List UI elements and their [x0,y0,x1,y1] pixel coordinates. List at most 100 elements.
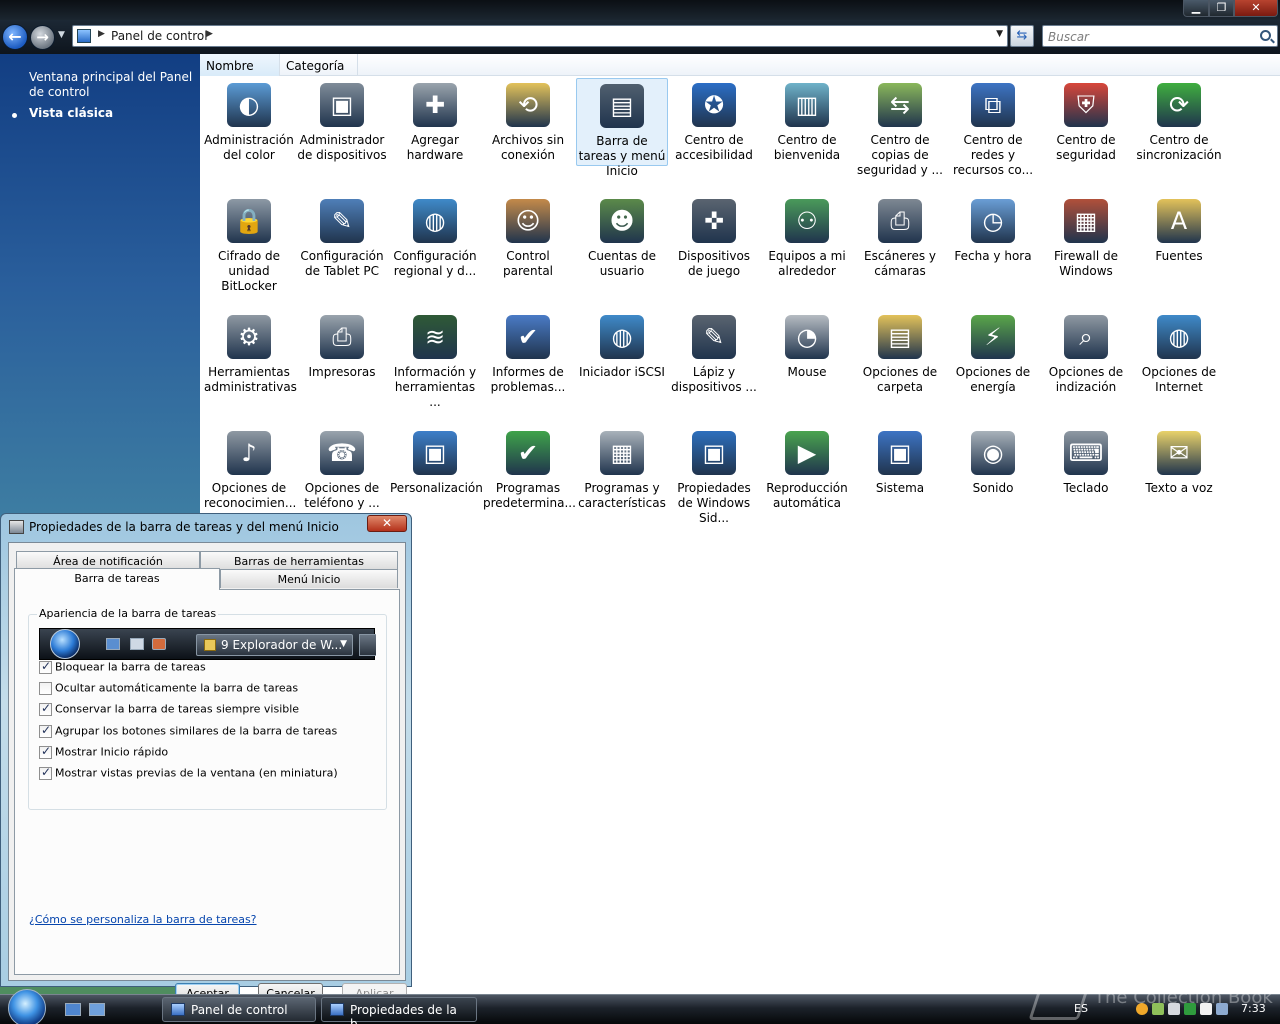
checkbox-option[interactable]: Ocultar automáticamente la barra de tare… [39,681,298,697]
search-icon[interactable] [1260,30,1271,41]
item-label: Sistema [875,481,925,495]
sound-icon: ◉ [971,431,1015,475]
start-button[interactable] [8,989,46,1024]
column-header-category[interactable]: Categoría [280,54,358,76]
checkbox[interactable] [39,701,52,716]
control-panel-item[interactable]: ◍ Iniciador iSCSI [576,310,668,398]
control-panel-home-link[interactable]: Ventana principal del Panel de control [29,70,195,100]
control-panel-item[interactable]: ⌕ Opciones de indización [1040,310,1132,398]
control-panel-item[interactable]: ⟲ Archivos sin conexión [482,78,574,166]
control-panel-item[interactable]: ⧉ Centro de redes y recursos co... [947,78,1039,177]
item-label: Opciones de Internet [1141,365,1217,394]
checkbox[interactable] [39,659,52,674]
recent-pages-dropdown-icon[interactable]: ▼ [58,30,65,40]
item-label: Centro de bienvenida [773,133,841,162]
control-panel-item[interactable]: ▦ Programas y características [576,426,668,514]
control-panel-item[interactable]: ◍ Configuración regional y d... [389,194,481,282]
control-panel-item[interactable]: ⚙ Herramientas administrativas [203,310,297,398]
control-panel-item[interactable]: ☺ Control parental [482,194,574,282]
column-header-name[interactable]: Nombre [200,54,280,76]
control-panel-item[interactable]: ⎙ Impresoras [296,310,388,398]
forward-button[interactable]: → [30,25,55,50]
checkbox-option[interactable]: Bloquear la barra de tareas [39,659,206,676]
back-button[interactable]: ← [2,24,28,50]
control-panel-item[interactable]: ♪ Opciones de reconocimien... [203,426,296,514]
control-panel-item[interactable]: ⚇ Equipos a mi alrededor [761,194,853,282]
sync-center-icon: ⟳ [1157,83,1201,127]
control-panel-item[interactable]: ✔ Programas predetermina... [482,426,576,514]
show-desktop-icon[interactable] [65,1003,81,1016]
control-panel-item[interactable]: ▦ Firewall de Windows [1040,194,1132,282]
dialog-title: Propiedades de la barra de tareas y del … [29,520,339,534]
control-panel-item[interactable]: ◷ Fecha y hora [947,194,1039,282]
item-label: Teclado [1063,481,1109,495]
text-to-speech-icon: ✉ [1157,431,1201,475]
control-panel-item[interactable]: ✉ Texto a voz [1133,426,1225,514]
control-panel-item[interactable]: ▣ Administrador de dispositivos [296,78,388,166]
control-panel-item[interactable]: ✪ Centro de accesibilidad [668,78,760,166]
minimize-button[interactable]: ▁ [1183,0,1209,17]
security-center-icon: ⛨ [1064,83,1108,127]
control-panel-item[interactable]: ◍ Opciones de Internet [1133,310,1225,398]
checkbox[interactable] [39,744,52,759]
control-panel-item[interactable]: ▤ Barra de tareas y menú Inicio [576,78,668,178]
checkbox[interactable] [39,765,52,780]
control-panel-item[interactable]: ▶ Reproducción automática [761,426,853,514]
taskbar-button-properties[interactable]: Propiedades de la b... [321,997,477,1024]
control-panel-item[interactable]: ☎ Opciones de teléfono y ... [296,426,388,514]
checkbox-option[interactable]: Mostrar vistas previas de la ventana (en… [39,765,338,782]
control-panel-item[interactable]: ▤ Opciones de carpeta [854,310,946,398]
checkbox-option[interactable]: Conservar la barra de tareas siempre vis… [39,701,299,718]
address-bar[interactable]: ▶ Panel de control ▶ ▼ [72,25,1008,47]
control-panel-item[interactable]: ☻ Cuentas de usuario [576,194,668,282]
control-panel-item[interactable]: ≋ Información y herramientas ... [389,310,481,409]
sidebar-properties-icon: ▣ [692,431,736,475]
control-panel-item[interactable]: ⟳ Centro de sincronización [1133,78,1225,166]
control-panel-item[interactable]: ◐ Administración del color [203,78,295,166]
control-panel-item[interactable]: 🔒 Cifrado de unidad BitLocker [203,194,295,293]
control-panel-item[interactable]: ◉ Sonido [947,426,1039,514]
breadcrumb-arrow-icon[interactable]: ▶ [98,29,105,39]
control-panel-item[interactable]: ✎ Lápiz y dispositivos ... [668,310,760,398]
control-panel-item[interactable]: ▣ Propiedades de Windows Sid... [668,426,760,525]
refresh-button[interactable]: ⇆ [1010,25,1034,47]
control-panel-item[interactable]: ✎ Configuración de Tablet PC [296,194,388,282]
control-panel-item[interactable]: ⚡ Opciones de energía [947,310,1039,398]
dialog-close-button[interactable]: ✕ [367,515,407,532]
control-panel-item[interactable]: ⎙ Escáneres y cámaras [854,194,946,282]
breadcrumb-arrow-icon[interactable]: ▶ [206,29,213,39]
maximize-button[interactable]: ❐ [1209,0,1234,17]
internet-options-icon: ◍ [1157,315,1201,359]
watermark: The Collection Book [1094,987,1273,1008]
control-panel-item[interactable]: ▥ Centro de bienvenida [761,78,853,166]
checkbox-option[interactable]: Mostrar Inicio rápido [39,744,168,761]
control-panel-item[interactable]: ⌨ Teclado [1040,426,1132,514]
item-label: Centro de redes y recursos co... [952,133,1034,177]
item-label: Dispositivos de juego [677,249,751,278]
tab-start-menu[interactable]: Menú Inicio [220,569,398,588]
control-panel-item[interactable]: ⇆ Centro de copias de seguridad y ... [854,78,946,177]
help-link[interactable]: ¿Cómo se personaliza la barra de tareas? [29,913,257,926]
address-dropdown-icon[interactable]: ▼ [996,29,1003,39]
search-input[interactable]: Buscar [1042,25,1278,47]
control-panel-item[interactable]: A Fuentes [1133,194,1225,282]
close-button[interactable]: ✕ [1234,0,1278,17]
checkbox-option[interactable]: Agrupar los botones similares de la barr… [39,723,337,740]
checkbox[interactable] [39,723,52,738]
control-panel-item[interactable]: ✜ Dispositivos de juego [668,194,760,282]
control-panel-item[interactable]: ▣ Personalización [389,426,483,514]
control-panel-item[interactable]: ▣ Sistema [854,426,946,514]
control-panel-item[interactable]: ⛨ Centro de seguridad [1040,78,1132,166]
control-panel-item[interactable]: ✚ Agregar hardware [389,78,481,166]
classic-view-link[interactable]: Vista clásica [29,106,113,120]
tab-taskbar[interactable]: Barra de tareas [14,568,220,590]
item-label: Sonido [972,481,1014,495]
checkbox[interactable] [39,681,52,695]
switch-windows-icon[interactable] [89,1003,105,1016]
tab-toolbars[interactable]: Barras de herramientas [200,551,398,570]
control-panel-item[interactable]: ✔ Informes de problemas... [482,310,574,398]
item-label: Administrador de dispositivos [297,133,387,162]
control-panel-item[interactable]: ◔ Mouse [761,310,853,398]
breadcrumb-control-panel[interactable]: Panel de control [111,29,208,43]
taskbar-button-control-panel[interactable]: Panel de control [162,997,316,1022]
